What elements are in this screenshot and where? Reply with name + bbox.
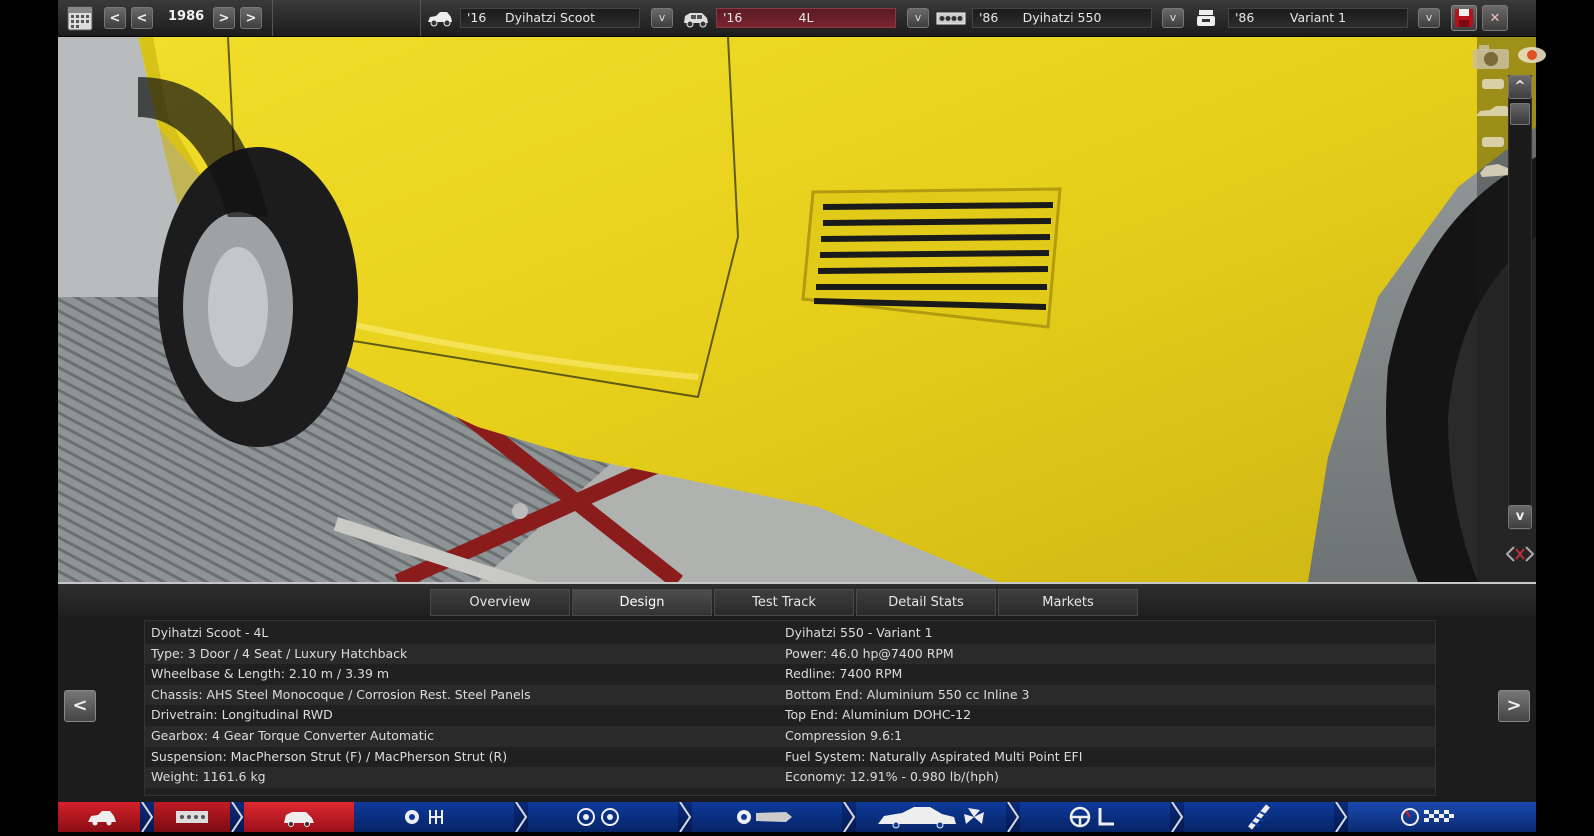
car-trim-icon [682,8,710,28]
variant-dropdown-button[interactable]: v [1418,8,1440,28]
close-button[interactable]: ✕ [1482,5,1508,31]
nav-body-stage[interactable] [244,802,354,832]
nav-chassis-stage[interactable] [154,802,230,832]
variant-selector[interactable]: '86 Variant 1 [1228,8,1408,28]
app-window: < < 1986 > > '16 Dyihatzi Scoot v '16 4L… [58,0,1546,833]
tab-markets[interactable]: Markets [998,589,1138,616]
view-scroll-track[interactable] [1508,75,1532,530]
trim-selector[interactable]: '16 4L [716,8,896,28]
info-tabs: Overview Design Test Track Detail Stats … [58,582,1536,618]
car-weight: Weight: 1161.6 kg [151,769,266,785]
year-back-button[interactable]: < [131,7,153,29]
car-chassis: Chassis: AHS Steel Monocoque / Corrosion… [151,686,531,702]
car-type: Type: 3 Door / 4 Seat / Luxury Hatchback [151,645,408,661]
camera-icon[interactable] [1471,43,1511,71]
nav-interior-stage[interactable] [1020,802,1170,832]
engine-fuel-system: Fuel System: Naturally Aspirated Multi P… [785,748,1083,764]
engine-selector[interactable]: '86 Dyihatzi 550 [972,8,1152,28]
engine-title: Dyihatzi 550 - Variant 1 [785,625,933,640]
variant-name: Variant 1 [1289,10,1347,25]
previous-page-button[interactable]: < [64,690,96,722]
nav-fixtures-stage[interactable] [692,802,842,832]
engine-redline: Redline: 7400 RPM [785,666,903,682]
engine-icon [936,8,966,28]
nav-separator [140,801,154,833]
car-gearbox: Gearbox: 4 Gear Torque Converter Automat… [151,728,434,743]
engine-bottom-end: Bottom End: Aluminium 550 cc Inline 3 [785,686,1030,702]
nav-separator [514,801,528,833]
calendar-icon[interactable] [67,4,93,31]
view-rear-icon[interactable] [1478,133,1508,151]
year-back-fast-button[interactable]: < [104,7,126,29]
engine-top-end: Top End: Aluminium DOHC-12 [785,707,972,723]
info-panel: < > Dyihatzi Scoot - 4L Dyihatzi 550 - Va… [58,616,1536,802]
view-front-icon[interactable] [1478,75,1508,93]
nav-separator [1006,801,1020,833]
scroll-thumb[interactable] [1510,103,1530,125]
model-name: Dyihatzi Scoot [505,10,595,25]
year-forward-fast-button[interactable]: > [240,7,262,29]
eye-icon[interactable] [1516,43,1548,67]
stats-box: Dyihatzi Scoot - 4L Dyihatzi 550 - Varian… [144,620,1436,796]
nav-suspension-stage[interactable] [1184,802,1334,832]
nav-engine-gearbox-stage[interactable] [354,802,514,832]
nav-separator [842,801,856,833]
car-drivetrain: Drivetrain: Longitudinal RWD [151,707,333,723]
engine-dropdown-button[interactable]: v [1162,8,1184,28]
year-forward-button[interactable]: > [213,7,235,29]
engine-power: Power: 46.0 hp@7400 RPM [785,645,954,661]
save-icon[interactable] [1451,5,1477,31]
trim-dropdown-button[interactable]: v [907,8,929,28]
nav-separator [678,801,692,833]
design-stage-nav [58,801,1536,833]
engine-compression: Compression 9.6:1 [785,728,903,743]
tab-design[interactable]: Design [572,589,712,616]
trim-name: 4L [798,10,814,25]
3d-car-viewport[interactable] [58,37,1536,582]
top-bar: < < 1986 > > '16 Dyihatzi Scoot v '16 4L… [58,0,1536,37]
nav-model-stage[interactable] [58,802,140,832]
car-title: Dyihatzi Scoot - 4L [151,625,269,640]
engine-name: Dyihatzi 550 [1022,10,1102,25]
tab-test-track[interactable]: Test Track [714,589,854,616]
nav-wheels-stage[interactable] [528,802,678,832]
tab-detail-stats[interactable]: Detail Stats [856,589,996,616]
scroll-up-button[interactable]: ^ [1508,75,1532,99]
model-selector[interactable]: '16 Dyihatzi Scoot [460,8,640,28]
nav-separator [1170,801,1184,833]
collapse-panel-icon[interactable] [1504,543,1536,565]
engine-economy: Economy: 12.91% - 0.980 lb/(hph) [785,769,999,785]
tab-overview[interactable]: Overview [430,589,570,616]
model-dropdown-button[interactable]: v [651,8,673,28]
scroll-down-button[interactable]: v [1508,505,1532,529]
car-model-icon [426,8,454,28]
camera-tools: ^ v [1473,37,1546,582]
car-wheelbase: Wheelbase & Length: 2.10 m / 3.39 m [151,666,390,682]
nav-separator [1334,801,1348,833]
next-page-button[interactable]: > [1498,690,1530,722]
nav-test-stage[interactable] [1348,802,1536,832]
nav-aero-stage[interactable] [856,802,1006,832]
engine-variant-icon [1194,8,1222,28]
nav-separator [230,801,244,833]
year-display: 1986 [168,9,205,24]
car-suspension: Suspension: MacPherson Strut (F) / MacPh… [151,748,508,764]
